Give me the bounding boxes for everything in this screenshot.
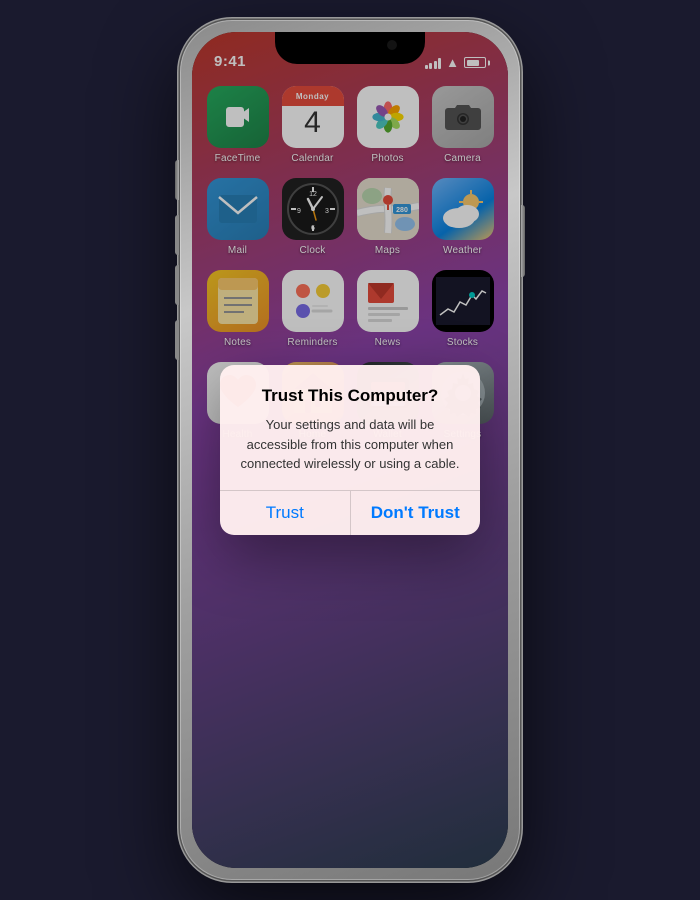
alert-buttons: Trust Don't Trust [220,491,480,535]
phone-frame: 9:41 ▲ FaceTime [180,20,520,880]
trust-button[interactable]: Trust [220,491,350,535]
screen: 9:41 ▲ FaceTime [192,32,508,868]
phone-inner: 9:41 ▲ FaceTime [192,32,508,868]
alert-dialog: Trust This Computer? Your settings and d… [220,365,480,535]
dont-trust-button[interactable]: Don't Trust [351,491,481,535]
alert-message: Your settings and data will be accessibl… [238,415,462,474]
alert-content: Trust This Computer? Your settings and d… [220,365,480,490]
alert-title: Trust This Computer? [238,385,462,407]
alert-overlay: Trust This Computer? Your settings and d… [192,32,508,868]
